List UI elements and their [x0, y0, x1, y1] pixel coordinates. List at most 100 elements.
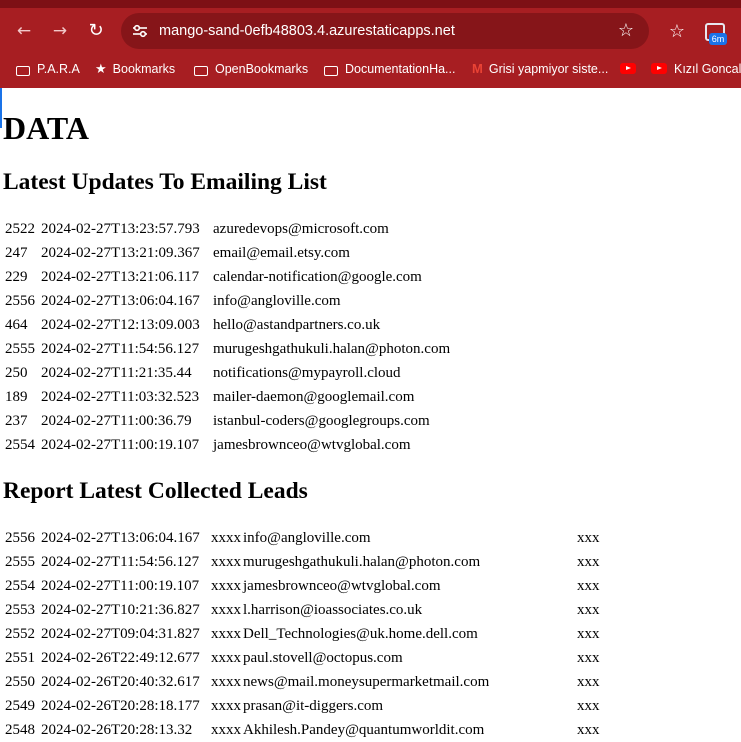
- cell-mask: xxxx: [211, 602, 241, 618]
- cell-timestamp: 2024-02-27T12:13:09.003: [41, 317, 200, 333]
- folder-icon: [194, 66, 208, 76]
- cell-id: 2522: [5, 221, 35, 237]
- bookmark-page-star-icon[interactable]: ☆: [615, 20, 637, 42]
- table-row: 2555 2024-02-27T11:54:56.127 xxxx murugeshg…: [5, 550, 600, 574]
- forward-arrow-icon[interactable]: →: [49, 20, 71, 42]
- bookmark-documentation[interactable]: DocumentationHa...: [324, 54, 455, 84]
- cell-email: azuredevops@microsoft.com: [213, 221, 389, 237]
- cell-id: 189: [5, 389, 28, 405]
- cell-id: 2555: [5, 341, 35, 357]
- focus-edge: [0, 88, 2, 128]
- reload-icon[interactable]: ↻: [85, 20, 107, 42]
- cell-extra: xxx: [577, 626, 600, 642]
- cell-timestamp: 2024-02-26T22:49:12.677: [41, 650, 200, 666]
- cell-mask: xxxx: [211, 722, 241, 738]
- table-row: 250 2024-02-27T11:21:35.44 notifications@m…: [5, 361, 450, 385]
- cell-timestamp: 2024-02-27T13:23:57.793: [41, 221, 200, 237]
- browser-toolbar: ← → ↻ mango-sand-0efb48803.4.azurestatic…: [0, 8, 741, 54]
- cell-timestamp: 2024-02-27T11:21:35.44: [41, 365, 192, 381]
- cell-extra: xxx: [577, 650, 600, 666]
- table-row: 247 2024-02-27T13:21:09.367 email@email.et…: [5, 241, 450, 265]
- window-top-strip: [0, 0, 741, 8]
- star-icon: ★: [95, 62, 107, 77]
- cell-mask: xxxx: [211, 650, 241, 666]
- cell-timestamp: 2024-02-27T09:04:31.827: [41, 626, 200, 642]
- bookmark-para[interactable]: P.A.R.A: [16, 54, 80, 84]
- cell-extra: xxx: [577, 602, 600, 618]
- cell-email: prasan@it-diggers.com: [243, 698, 384, 714]
- cell-email: Akhilesh.Pandey@quantumworldit.com: [243, 722, 485, 738]
- extension-badge: 6m: [709, 33, 727, 45]
- cell-id: 247: [5, 245, 28, 261]
- table-row: 2548 2024-02-26T20:28:13.32 xxxx Akhilesh.P…: [5, 718, 600, 742]
- cell-email: info@angloville.com: [243, 530, 371, 546]
- table-row: 229 2024-02-27T13:21:06.117 calendar-notif…: [5, 265, 450, 289]
- table-row: 2553 2024-02-27T10:21:36.827 xxxx l.harriso…: [5, 598, 600, 622]
- address-bar[interactable]: mango-sand-0efb48803.4.azurestaticapps.n…: [121, 13, 649, 49]
- table-row: 2556 2024-02-27T13:06:04.167 info@anglovil…: [5, 289, 450, 313]
- back-arrow-icon[interactable]: ←: [13, 20, 35, 42]
- cell-timestamp: 2024-02-27T13:21:06.117: [41, 269, 200, 285]
- folder-icon: [324, 66, 338, 76]
- table-row: 2522 2024-02-27T13:23:57.793 azuredevops@m…: [5, 217, 450, 241]
- table-row: 2555 2024-02-27T11:54:56.127 murugeshgathu…: [5, 337, 450, 361]
- cell-mask: xxxx: [211, 530, 241, 546]
- cell-id: 2548: [5, 722, 35, 738]
- cell-id: 2554: [5, 437, 35, 453]
- cell-email: info@angloville.com: [213, 293, 341, 309]
- bookmark-kizil-goncala[interactable]: Kızıl Goncala: [651, 54, 741, 84]
- leads-table: 2556 2024-02-27T13:06:04.167 xxxx info@angl…: [3, 526, 602, 742]
- youtube-icon: [651, 63, 667, 74]
- cell-timestamp: 2024-02-26T20:28:13.32: [41, 722, 193, 738]
- cell-id: 2552: [5, 626, 35, 642]
- cell-id: 2549: [5, 698, 35, 714]
- cell-extra: xxx: [577, 554, 600, 570]
- cell-email: murugeshgathukuli.halan@photon.com: [213, 341, 451, 357]
- reading-list-star-icon[interactable]: ☆: [666, 21, 688, 43]
- emailing-list-table: 2522 2024-02-27T13:23:57.793 azuredevops@m…: [3, 217, 452, 457]
- cell-email: Dell_Technologies@uk.home.dell.com: [243, 626, 478, 642]
- cell-mask: xxxx: [211, 698, 241, 714]
- cell-mask: xxxx: [211, 626, 241, 642]
- cell-mask: xxxx: [211, 674, 241, 690]
- cell-timestamp: 2024-02-27T10:21:36.827: [41, 602, 200, 618]
- cell-timestamp: 2024-02-26T20:28:18.177: [41, 698, 200, 714]
- bookmark-bookmarks[interactable]: ★ Bookmarks: [95, 54, 175, 84]
- cell-id: 229: [5, 269, 28, 285]
- cell-extra: xxx: [577, 722, 600, 738]
- youtube-icon: [620, 63, 636, 74]
- cell-extra: xxx: [577, 530, 600, 546]
- table-row: 237 2024-02-27T11:00:36.79 istanbul-coders…: [5, 409, 450, 433]
- cell-id: 2551: [5, 650, 35, 666]
- cell-timestamp: 2024-02-27T11:00:19.107: [41, 578, 200, 594]
- cell-timestamp: 2024-02-27T11:00:19.107: [41, 437, 200, 453]
- table-row: 2551 2024-02-26T22:49:12.677 xxxx paul.stov…: [5, 646, 600, 670]
- emailing-list-heading: Latest Updates To Emailing List: [3, 169, 327, 195]
- cell-timestamp: 2024-02-27T11:54:56.127: [41, 341, 200, 357]
- gmail-icon: M: [472, 61, 483, 76]
- cell-timestamp: 2024-02-27T11:54:56.127: [41, 554, 200, 570]
- cell-email: paul.stovell@octopus.com: [243, 650, 403, 666]
- cell-timestamp: 2024-02-27T11:00:36.79: [41, 413, 192, 429]
- cell-email: hello@astandpartners.co.uk: [213, 317, 381, 333]
- page-content: DATA Latest Updates To Emailing List 252…: [0, 88, 741, 741]
- cell-id: 237: [5, 413, 28, 429]
- cell-id: 2556: [5, 293, 35, 309]
- table-row: 2556 2024-02-27T13:06:04.167 xxxx info@angl…: [5, 526, 600, 550]
- cell-timestamp: 2024-02-26T20:40:32.617: [41, 674, 200, 690]
- table-row: 2552 2024-02-27T09:04:31.827 xxxx Dell_Tech…: [5, 622, 600, 646]
- table-row: 2549 2024-02-26T20:28:18.177 xxxx prasan@it…: [5, 694, 600, 718]
- bookmark-gmail[interactable]: M Grisi yapmiyor siste...: [472, 54, 608, 84]
- bookmark-youtube[interactable]: [620, 54, 643, 84]
- extension-icon[interactable]: 6m: [703, 21, 729, 47]
- bookmark-openbookmarks[interactable]: OpenBookmarks: [194, 54, 308, 84]
- table-row: 2550 2024-02-26T20:40:32.617 xxxx news@mail…: [5, 670, 600, 694]
- cell-timestamp: 2024-02-27T13:06:04.167: [41, 293, 200, 309]
- url-text[interactable]: mango-sand-0efb48803.4.azurestaticapps.n…: [159, 13, 455, 49]
- table-row: 189 2024-02-27T11:03:32.523 mailer-daemon@…: [5, 385, 450, 409]
- cell-id: 2554: [5, 578, 35, 594]
- cell-email: news@mail.moneysupermarketmail.com: [243, 674, 490, 690]
- cell-timestamp: 2024-02-27T13:21:09.367: [41, 245, 200, 261]
- site-settings-icon[interactable]: [131, 22, 149, 40]
- leads-heading: Report Latest Collected Leads: [3, 478, 308, 504]
